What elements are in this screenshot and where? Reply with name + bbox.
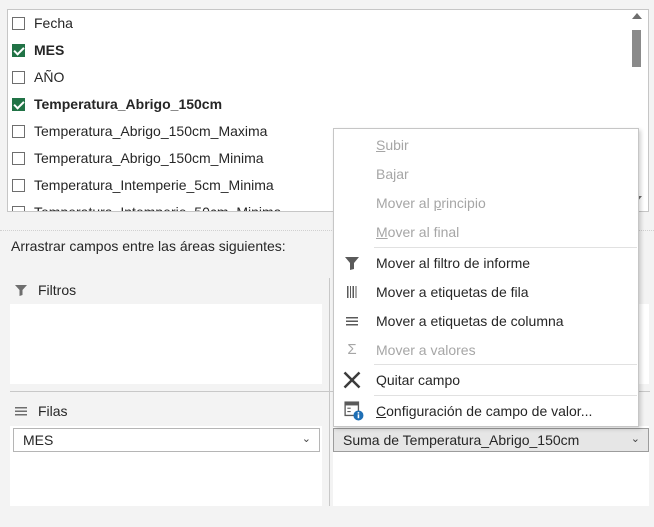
- menu-item-bajar[interactable]: Bajar: [334, 160, 638, 188]
- field-label: Temperatura_Abrigo_150cm_Maxima: [34, 123, 268, 139]
- menu-item-configuracion-de-campo-de-valor[interactable]: Configuración de campo de valor...: [334, 397, 638, 425]
- menu-item-mover-a-etiquetas-de-columna[interactable]: Mover a etiquetas de columna: [334, 307, 638, 335]
- checkbox[interactable]: [12, 16, 25, 30]
- sigma-icon: Σ: [347, 341, 357, 358]
- scroll-up-arrow-icon[interactable]: [632, 13, 642, 19]
- field-label: AÑO: [34, 69, 65, 85]
- row-labels-icon: [347, 286, 357, 298]
- field-label: Temperatura_Abrigo_150cm_Minima: [34, 150, 264, 166]
- menu-item-mover-al-filtro-de-informe[interactable]: Mover al filtro de informe: [334, 249, 638, 277]
- filter-icon: [345, 257, 359, 270]
- rows-field-label: MES: [23, 432, 54, 448]
- checkbox[interactable]: [12, 151, 25, 165]
- scroll-thumb[interactable]: [632, 30, 641, 67]
- values-field-dropdown[interactable]: Suma de Temperatura_Abrigo_150cm ⌄: [333, 428, 649, 452]
- menu-item-mover-al-principio[interactable]: Mover al principio: [334, 189, 638, 217]
- menu-item-quitar-campo[interactable]: Quitar campo: [334, 366, 638, 394]
- checkbox-checked[interactable]: [12, 97, 25, 111]
- column-labels-icon: [346, 317, 358, 326]
- field-label: Temperatura_Intemperie_5cm_Minima: [34, 177, 274, 193]
- rows-icon: [15, 407, 27, 416]
- field-item-temperatura-abrigo-150cm[interactable]: Temperatura_Abrigo_150cm: [8, 91, 222, 117]
- field-item-mes[interactable]: MES: [8, 37, 64, 63]
- area-vertical-divider: [329, 278, 330, 506]
- filters-label: Filtros: [38, 282, 77, 298]
- field-item-temperatura-intemperie-50cm-minima[interactable]: Temperatura_Intemperie_50cm_Minima: [8, 199, 282, 212]
- menu-item-mover-a-valores[interactable]: Σ Mover a valores: [334, 336, 638, 364]
- menu-separator: [374, 395, 637, 396]
- menu-item-subir[interactable]: Subir: [334, 131, 638, 159]
- rows-label: Filas: [38, 403, 68, 419]
- chevron-down-icon: ⌄: [630, 433, 640, 445]
- checkbox[interactable]: [12, 178, 25, 192]
- field-item-ano[interactable]: AÑO: [8, 64, 64, 90]
- checkbox-checked[interactable]: [12, 43, 25, 57]
- menu-separator: [374, 247, 637, 248]
- menu-item-mover-a-etiquetas-de-fila[interactable]: Mover a etiquetas de fila: [334, 278, 638, 306]
- field-item-fecha[interactable]: Fecha: [8, 10, 73, 36]
- field-label: MES: [34, 42, 65, 58]
- rows-area-header: Filas: [14, 400, 68, 422]
- field-item-temperatura-abrigo-150cm-minima[interactable]: Temperatura_Abrigo_150cm_Minima: [8, 145, 264, 171]
- checkbox[interactable]: [12, 124, 25, 138]
- rows-field-dropdown[interactable]: MES ⌄: [13, 428, 320, 452]
- context-menu: Subir Bajar Mover al principio Mover al …: [333, 128, 639, 427]
- field-item-temperatura-abrigo-150cm-maxima[interactable]: Temperatura_Abrigo_150cm_Maxima: [8, 118, 267, 144]
- remove-x-icon: [343, 371, 361, 389]
- field-settings-icon: [344, 401, 364, 421]
- field-item-temperatura-intemperie-5cm-minima[interactable]: Temperatura_Intemperie_5cm_Minima: [8, 172, 274, 198]
- menu-item-mover-al-final[interactable]: Mover al final: [334, 218, 638, 246]
- drag-instruction: Arrastrar campos entre las áreas siguien…: [11, 238, 286, 254]
- menu-separator: [374, 364, 637, 365]
- field-label: Temperatura_Abrigo_150cm: [34, 96, 223, 112]
- field-label: Fecha: [34, 15, 73, 31]
- checkbox[interactable]: [12, 70, 25, 84]
- checkbox[interactable]: [12, 205, 25, 211]
- filters-drop-area[interactable]: [10, 304, 322, 384]
- filters-area-header: Filtros: [14, 279, 76, 301]
- values-field-label: Suma de Temperatura_Abrigo_150cm: [343, 432, 580, 448]
- filter-icon: [15, 285, 27, 296]
- field-label: Temperatura_Intemperie_50cm_Minima: [34, 204, 282, 212]
- chevron-down-icon: ⌄: [301, 433, 311, 445]
